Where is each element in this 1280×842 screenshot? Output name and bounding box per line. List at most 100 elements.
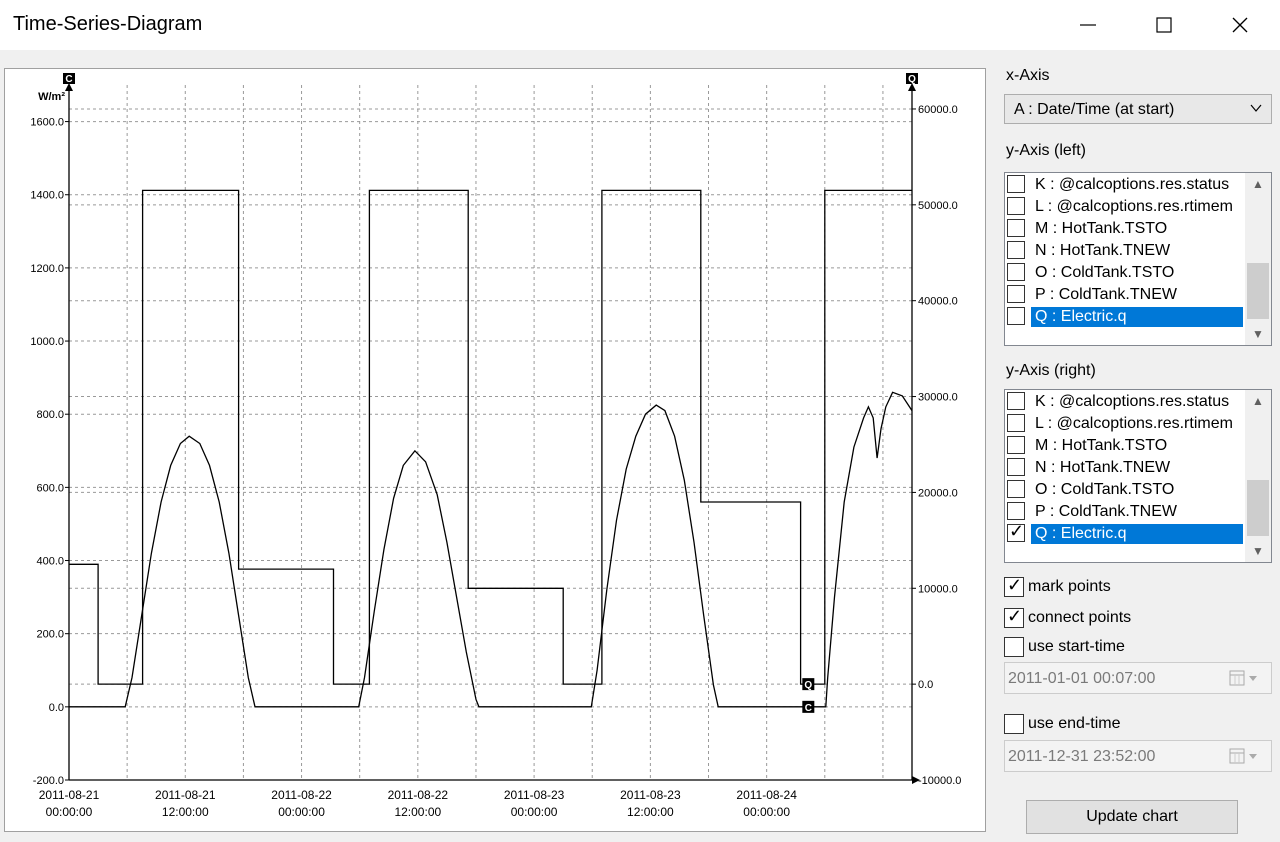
y-right-list-item[interactable]: K : @calcoptions.res.status [1005, 391, 1245, 413]
start-time-picker[interactable]: 2011-01-01 00:07:00 [1004, 662, 1272, 694]
scroll-up-icon[interactable]: ▲ [1245, 390, 1271, 412]
item-label: K : @calcoptions.res.status [1035, 393, 1230, 410]
item-label: M : HotTank.TSTO [1035, 220, 1168, 237]
y-axis-right-list[interactable]: K : @calcoptions.res.status L : @calcopti… [1004, 389, 1272, 563]
end-marker-label: Q [804, 680, 812, 691]
x-tick-date: 2011-08-23 [504, 788, 565, 802]
end-marker-label: C [805, 703, 812, 714]
use-start-time-box[interactable] [1004, 637, 1024, 657]
y-axis-left-list[interactable]: K : @calcoptions.res.status L : @calcopti… [1004, 172, 1272, 346]
x-axis-label: x-Axis [1006, 67, 1050, 84]
series-line-left [69, 391, 913, 708]
y-right-list-item[interactable]: ✓ Q : Electric.q [1005, 521, 1245, 545]
y-right-scrollbar[interactable]: ▲ ▼ [1245, 390, 1271, 562]
maximize-button[interactable] [1126, 0, 1202, 50]
y-left-tick-label: 200.0 [36, 629, 64, 641]
mark-points-box[interactable]: ✓ [1004, 575, 1024, 597]
checkmark-icon: ✓ [1009, 521, 1025, 541]
y-right-list-item[interactable]: N : HotTank.TNEW [1005, 457, 1245, 479]
y-right-list-item[interactable]: L : @calcoptions.res.rtimem [1005, 413, 1245, 435]
y-right-tick-label: 0.0 [918, 679, 933, 691]
scroll-thumb[interactable] [1247, 480, 1269, 536]
x-tick-time: 12:00:00 [394, 805, 441, 819]
scroll-down-icon[interactable]: ▼ [1245, 323, 1271, 345]
y-left-tick-label: 800.0 [36, 409, 64, 421]
item-checkbox[interactable] [1007, 285, 1025, 303]
use-start-time-checkbox[interactable]: use start-time [1004, 637, 1264, 661]
y-left-tick-label: -200.0 [33, 775, 64, 787]
use-end-time-checkbox[interactable]: use end-time [1004, 714, 1264, 738]
x-axis-selected-value: A : Date/Time (at start) [1014, 101, 1175, 118]
item-label: O : ColdTank.TSTO [1035, 481, 1175, 498]
item-checkbox[interactable] [1007, 436, 1025, 454]
item-checkbox[interactable] [1007, 219, 1025, 237]
y-left-list-item[interactable]: Q : Electric.q [1005, 306, 1245, 328]
scroll-up-icon[interactable]: ▲ [1245, 173, 1271, 195]
item-label: L : @calcoptions.res.rtimem [1035, 198, 1233, 215]
x-tick-date: 2011-08-22 [388, 788, 449, 802]
item-checkbox[interactable] [1007, 458, 1025, 476]
item-checkbox[interactable] [1007, 175, 1025, 193]
scroll-thumb[interactable] [1247, 263, 1269, 319]
y-right-tick-label: 50000.0 [918, 200, 958, 212]
y-left-list-item[interactable]: P : ColdTank.TNEW [1005, 284, 1245, 306]
scroll-down-icon[interactable]: ▼ [1245, 540, 1271, 562]
connect-points-box[interactable]: ✓ [1004, 606, 1024, 628]
time-series-chart[interactable]: -200.0 0.0 200.0 400.0 600.0 800.0 1000.0 1200.… [5, 69, 985, 831]
minimize-button[interactable] [1050, 0, 1126, 50]
checkmark-icon: ✓ [1007, 575, 1023, 595]
item-checkbox[interactable] [1007, 480, 1025, 498]
update-chart-button[interactable]: Update chart [1026, 800, 1238, 834]
y-left-tick-label: 1200.0 [30, 263, 64, 275]
x-tick-time: 12:00:00 [627, 805, 674, 819]
y-left-unit-label: W/m² [38, 91, 65, 103]
item-checkbox[interactable]: ✓ [1007, 521, 1025, 542]
item-checkbox[interactable] [1007, 241, 1025, 259]
end-time-picker[interactable]: 2011-12-31 23:52:00 [1004, 740, 1272, 772]
connect-points-checkbox[interactable]: ✓ connect points [1004, 606, 1264, 632]
y-left-tick-label: 0.0 [49, 702, 64, 714]
use-end-time-label: use end-time [1028, 715, 1121, 732]
y-left-list-item[interactable]: O : ColdTank.TSTO [1005, 262, 1245, 284]
x-axis-select[interactable]: A : Date/Time (at start) [1004, 94, 1272, 124]
item-checkbox[interactable] [1007, 263, 1025, 281]
mark-points-checkbox[interactable]: ✓ mark points [1004, 575, 1264, 601]
calendar-dropdown-icon[interactable] [1229, 747, 1259, 770]
y-left-tick-label: 1400.0 [30, 190, 64, 202]
y-left-list-item[interactable]: L : @calcoptions.res.rtimem [1005, 196, 1245, 218]
x-tick-time: 00:00:00 [511, 805, 558, 819]
y-axis-right-label: y-Axis (right) [1006, 362, 1096, 379]
item-label: Q : Electric.q [1031, 524, 1243, 544]
y-right-list-item[interactable]: M : HotTank.TSTO [1005, 435, 1245, 457]
y-right-tick-label: 20000.0 [918, 487, 958, 499]
y-right-tick-label: -10000.0 [918, 775, 961, 787]
y-right-marker-label: Q [908, 74, 916, 85]
connect-points-label: connect points [1028, 609, 1132, 626]
y-right-tick-label: 30000.0 [918, 392, 958, 404]
item-checkbox[interactable] [1007, 392, 1025, 410]
item-checkbox[interactable] [1007, 414, 1025, 432]
y-right-tick-label: 60000.0 [918, 104, 958, 116]
x-tick-date: 2011-08-24 [736, 788, 797, 802]
y-left-list-item[interactable]: N : HotTank.TNEW [1005, 240, 1245, 262]
y-left-list-item[interactable]: M : HotTank.TSTO [1005, 218, 1245, 240]
y-right-list-item[interactable]: O : ColdTank.TSTO [1005, 479, 1245, 501]
y-left-scrollbar[interactable]: ▲ ▼ [1245, 173, 1271, 345]
close-button[interactable] [1202, 0, 1278, 50]
window-title: Time-Series-Diagram [13, 13, 203, 35]
y-left-tick-label: 400.0 [36, 556, 64, 568]
calendar-dropdown-icon[interactable] [1229, 669, 1259, 692]
item-label: P : ColdTank.TNEW [1035, 286, 1177, 303]
item-label: O : ColdTank.TSTO [1035, 264, 1175, 281]
y-right-tick-label: 10000.0 [918, 583, 958, 595]
item-checkbox[interactable] [1007, 197, 1025, 215]
item-checkbox[interactable] [1007, 502, 1025, 520]
series-line-right [69, 189, 912, 685]
item-checkbox[interactable] [1007, 307, 1025, 325]
use-end-time-box[interactable] [1004, 714, 1024, 734]
y-right-list-item[interactable]: P : ColdTank.TNEW [1005, 501, 1245, 523]
x-tick-time: 12:00:00 [162, 805, 209, 819]
y-left-list-item[interactable]: K : @calcoptions.res.status [1005, 174, 1245, 196]
y-left-tick-label: 1600.0 [30, 117, 64, 129]
y-left-tick-label: 600.0 [36, 482, 64, 494]
